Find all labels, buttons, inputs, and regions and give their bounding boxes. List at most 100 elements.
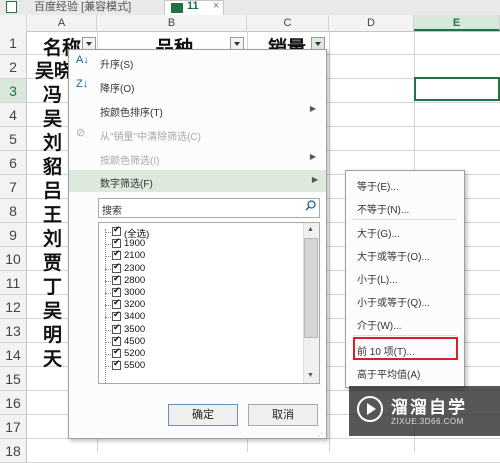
- play-logo-icon: [357, 396, 383, 422]
- grid-line: [329, 31, 330, 452]
- column-header-c[interactable]: C: [247, 15, 329, 31]
- submenu-equals[interactable]: 等于(E)...: [357, 178, 399, 193]
- tree-line: [105, 305, 111, 307]
- filter-list-item-label: 3400: [124, 311, 146, 323]
- row-header[interactable]: 14: [0, 343, 27, 367]
- cell-a[interactable]: 刘: [43, 128, 68, 155]
- filter-list-item-label: 3500: [124, 323, 146, 335]
- clear-filter-icon: ⊘: [76, 127, 86, 139]
- row-header[interactable]: 5: [0, 127, 27, 151]
- workbook-tab-inactive[interactable]: 百度经验 [兼容模式]: [0, 0, 155, 15]
- tree-line: [105, 317, 111, 319]
- column-header-e[interactable]: E: [414, 15, 500, 31]
- row-header[interactable]: 15: [0, 367, 27, 391]
- cell-a[interactable]: 貂: [43, 152, 68, 179]
- submenu-not-equals[interactable]: 不等于(N)...: [357, 201, 409, 216]
- row-header[interactable]: 17: [0, 415, 27, 439]
- cell-a[interactable]: 冯: [43, 80, 68, 107]
- submenu-greater-or-equal[interactable]: 大于或等于(O)...: [357, 248, 430, 263]
- watermark-url: ZIXUE.3D66.COM: [391, 417, 464, 426]
- column-header-a[interactable]: A: [27, 15, 97, 31]
- workbook-tab-active[interactable]: 11 ×: [164, 0, 224, 15]
- cancel-button[interactable]: 取消: [248, 404, 318, 426]
- cell-a[interactable]: 天: [43, 344, 68, 371]
- cell-a[interactable]: 吴: [43, 296, 68, 323]
- submenu-above-average[interactable]: 高于平均值(A): [357, 366, 420, 381]
- filter-search-input[interactable]: 搜索: [98, 198, 320, 218]
- tree-line: [105, 232, 111, 234]
- cell-a[interactable]: 王: [43, 200, 68, 227]
- menu-sort-by-color[interactable]: 按颜色排序(T) ▶: [69, 99, 324, 121]
- tree-line: [105, 256, 111, 258]
- select-all-corner[interactable]: [0, 15, 27, 31]
- cell-a[interactable]: 丁: [43, 272, 68, 299]
- resize-grip-icon[interactable]: ⋰: [316, 432, 323, 440]
- row-header[interactable]: 10: [0, 247, 27, 271]
- row-header[interactable]: 4: [0, 103, 27, 127]
- column-header-bar: A B C D E: [0, 15, 500, 32]
- submenu-less-or-equal[interactable]: 小于或等于(Q)...: [357, 294, 430, 309]
- row-header[interactable]: 11: [0, 271, 27, 295]
- checkbox[interactable]: [112, 334, 121, 346]
- column-header-d[interactable]: D: [329, 15, 414, 31]
- cell-a[interactable]: 吕: [43, 176, 68, 203]
- filter-list-item-label: 4500: [124, 335, 146, 347]
- scroll-up-icon[interactable]: ▲: [307, 226, 314, 233]
- tree-line: [105, 341, 111, 344]
- tree-line: [105, 280, 111, 283]
- menu-sort-ascending[interactable]: A↓ 升序(S): [69, 51, 324, 73]
- cell-a[interactable]: 吴: [43, 104, 68, 131]
- checkbox[interactable]: [112, 224, 121, 236]
- checkbox[interactable]: [112, 285, 121, 297]
- row-header[interactable]: 13: [0, 319, 27, 343]
- active-cell-e3[interactable]: [414, 77, 500, 101]
- checkbox[interactable]: [112, 297, 121, 310]
- cell-a[interactable]: 明: [43, 320, 68, 347]
- filter-list-item-label: 5200: [124, 348, 146, 359]
- row-header[interactable]: 1: [0, 31, 27, 55]
- checkbox[interactable]: [112, 261, 121, 273]
- row-header[interactable]: 16: [0, 391, 27, 415]
- filter-value-list[interactable]: (全选)190021002300280030003200340035004500…: [98, 222, 320, 384]
- menu-sort-descending[interactable]: Z↓ 降序(O): [69, 75, 324, 97]
- filter-list-item-label: 5500: [124, 360, 146, 372]
- checkbox[interactable]: [112, 346, 121, 358]
- filter-list-item-label: 3000: [124, 287, 146, 298]
- checkbox[interactable]: [112, 309, 121, 322]
- row-header[interactable]: 12: [0, 295, 27, 319]
- cell-a[interactable]: 刘: [43, 224, 68, 251]
- checkbox[interactable]: [112, 358, 121, 371]
- submenu-greater-than[interactable]: 大于(G)...: [357, 225, 400, 240]
- submenu-between[interactable]: 介于(W)...: [357, 317, 401, 332]
- cell-a[interactable]: 吴晓: [35, 56, 68, 83]
- tree-line: [105, 268, 111, 271]
- cell-a[interactable]: 贾: [43, 248, 68, 275]
- row-header[interactable]: 3: [0, 79, 27, 103]
- checkbox[interactable]: [112, 273, 121, 285]
- row-header[interactable]: 9: [0, 223, 27, 247]
- row-header[interactable]: 18: [0, 439, 27, 463]
- list-scrollbar-thumb[interactable]: [304, 238, 318, 338]
- submenu-less-than[interactable]: 小于(L)...: [357, 271, 398, 286]
- row-header[interactable]: 8: [0, 199, 27, 223]
- checkbox[interactable]: [112, 248, 121, 261]
- filter-list-item-label: 2300: [124, 262, 146, 274]
- scroll-down-icon[interactable]: ▼: [307, 372, 314, 379]
- sort-ascending-icon: A↓: [76, 54, 89, 66]
- tree-line: [105, 293, 111, 295]
- chevron-right-icon: ▶: [309, 104, 316, 113]
- excel-file-icon: [6, 1, 17, 13]
- menu-number-filter[interactable]: 数字筛选(F) ▶: [69, 170, 326, 192]
- filter-list-item-label: 1900: [124, 238, 146, 250]
- highlight-annotation-box: [353, 337, 458, 360]
- excel-icon: [171, 3, 183, 13]
- checkbox[interactable]: [112, 322, 121, 334]
- row-header[interactable]: 2: [0, 55, 27, 79]
- ok-button[interactable]: 确定: [168, 404, 238, 426]
- row-header[interactable]: 7: [0, 175, 27, 199]
- watermark-title: 溜溜自学: [391, 398, 467, 417]
- row-header[interactable]: 6: [0, 151, 27, 175]
- close-icon[interactable]: ×: [213, 0, 219, 12]
- checkbox[interactable]: [112, 236, 121, 249]
- column-header-b[interactable]: B: [97, 15, 247, 31]
